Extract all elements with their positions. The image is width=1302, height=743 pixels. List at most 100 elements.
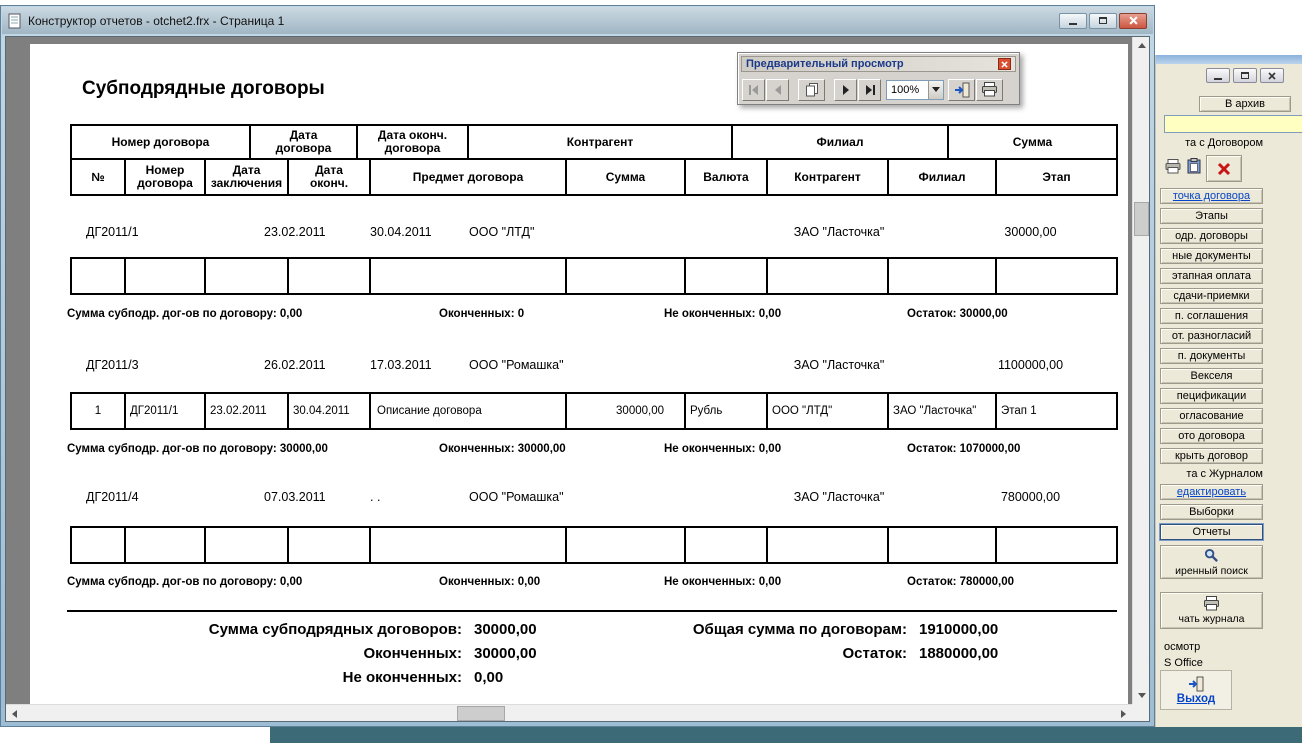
edit-button[interactable]: едактировать — [1160, 484, 1263, 500]
journal-restore-button[interactable] — [1233, 68, 1257, 83]
pages-button[interactable] — [798, 78, 825, 101]
vertical-scroll-thumb[interactable] — [1134, 202, 1149, 236]
header-cell: Контрагент — [469, 126, 733, 160]
group-summary-row: Сумма субподр. дог-ов по договору: 30000… — [30, 443, 1128, 459]
scroll-down-button[interactable] — [1133, 687, 1149, 704]
next-page-button[interactable] — [834, 78, 857, 101]
print-journal-button[interactable]: чать журнала — [1160, 592, 1263, 629]
summary-subcontract-sum: Сумма субподр. дог-ов по договору: 0,00 — [67, 308, 303, 320]
disagreement-protocols-button[interactable]: от. разногласий — [1160, 328, 1263, 344]
detail-cell — [567, 259, 686, 293]
specifications-button[interactable]: пецификации — [1160, 388, 1263, 404]
scroll-up-button[interactable] — [1133, 37, 1149, 54]
totals-divider — [67, 610, 1117, 612]
horizontal-scroll-thumb[interactable] — [457, 706, 505, 721]
preview-toolbar-titlebar[interactable]: Предварительный просмотр — [741, 56, 1016, 72]
journal-titlebar[interactable] — [1156, 55, 1302, 64]
detail-cell: 23.02.2011 — [206, 394, 289, 428]
contract-group-label: та с Договором — [1185, 137, 1263, 149]
printer-icon — [982, 82, 997, 97]
report-page: Субподрядные договоры Номер договора Дат… — [30, 44, 1128, 707]
ms-office-option-label: S Office — [1164, 657, 1203, 669]
journal-close-button[interactable] — [1260, 68, 1284, 83]
group-date: 07.03.2011 — [264, 490, 326, 504]
last-page-button[interactable] — [858, 78, 881, 101]
totals-row: Сумма субподрядных договоров: 30000,00 О… — [30, 621, 1128, 643]
additional-documents-button[interactable]: п. документы — [1160, 348, 1263, 364]
title-bar[interactable]: Конструктор отчетов - otchet2.frx - Стра… — [2, 7, 1153, 34]
exit-door-icon — [954, 82, 969, 97]
prev-page-button[interactable] — [766, 78, 789, 101]
group-contragent: ООО "Ромашка" — [469, 358, 564, 372]
subcontract-agreements-button[interactable]: одр. договоры — [1160, 228, 1263, 244]
total-label: Оконченных: — [363, 645, 462, 662]
detail-cell — [686, 259, 768, 293]
minimize-button[interactable] — [1059, 12, 1087, 29]
primary-documents-button[interactable]: ные документы — [1160, 248, 1263, 264]
detail-cell — [206, 528, 289, 562]
journal-window: В архив та с Договором точка договора Эт… — [1155, 55, 1302, 727]
search-icon — [1204, 548, 1218, 562]
preview-toolbar-close-button[interactable] — [998, 58, 1011, 70]
acceptance-acts-button[interactable]: сдачи-приемки — [1160, 288, 1263, 304]
scrollbar-corner — [1132, 704, 1149, 721]
summary-rest: Остаток: 1070000,00 — [907, 443, 1021, 455]
header-cell: Этап — [1042, 169, 1071, 184]
first-page-button[interactable] — [742, 78, 765, 101]
contract-number-field[interactable] — [1164, 115, 1302, 133]
approval-button[interactable]: огласование — [1160, 408, 1263, 424]
total-label: Общая сумма по договорам: — [692, 621, 907, 638]
archive-button[interactable]: В архив — [1199, 96, 1291, 112]
group-contract-number: ДГ2011/4 — [86, 490, 139, 504]
restore-button[interactable] — [1089, 12, 1117, 29]
group-contract-number: ДГ2011/3 — [86, 358, 139, 372]
detail-cell — [72, 528, 126, 562]
group-sum: 780000,00 — [1000, 490, 1061, 504]
detail-cell — [371, 259, 567, 293]
detail-cell: 30000,00 — [567, 394, 686, 428]
close-contract-button[interactable]: крыть договор — [1160, 448, 1263, 464]
scroll-right-button[interactable] — [1115, 705, 1132, 721]
group-filial: ЗАО "Ласточка" — [793, 358, 885, 372]
print-journal-label: чать журнала — [1178, 613, 1245, 625]
preview-toolbar: Предварительный просмотр 100% — [737, 52, 1020, 105]
detail-cell — [567, 528, 686, 562]
exit-button[interactable]: Выход — [1160, 670, 1232, 710]
exit-door-icon — [1189, 676, 1204, 691]
detail-cell: Рубль — [686, 394, 768, 428]
contract-photo-button[interactable]: ото договора — [1160, 428, 1263, 444]
close-button[interactable] — [1119, 12, 1147, 29]
detail-cell: Этап 1 — [1001, 405, 1037, 417]
detail-cell — [768, 528, 889, 562]
print-button[interactable] — [976, 78, 1003, 101]
total-value: 1880000,00 — [919, 645, 999, 662]
advanced-search-button[interactable]: иренный поиск — [1160, 545, 1263, 579]
delete-button[interactable] — [1206, 155, 1242, 182]
reports-button[interactable]: Отчеты — [1160, 524, 1263, 540]
summary-unfinished: Не оконченных: 0,00 — [664, 308, 782, 320]
close-preview-button[interactable] — [948, 78, 975, 101]
journal-minimize-button[interactable] — [1206, 68, 1230, 83]
zoom-dropdown-button[interactable] — [928, 80, 943, 99]
selections-button[interactable]: Выборки — [1160, 504, 1263, 520]
header-cell: Номер договора — [126, 160, 206, 194]
detail-cell: ДГ2011/1 — [126, 394, 206, 428]
vertical-scrollbar[interactable] — [1132, 37, 1149, 704]
horizontal-scrollbar[interactable] — [6, 704, 1132, 721]
additional-agreements-button[interactable]: п. соглашения — [1160, 308, 1263, 324]
header-cell: Дата заключения — [206, 160, 289, 194]
summary-rest: Остаток: 30000,00 — [907, 308, 1008, 320]
detail-cell: ООО "ЛТД" — [768, 394, 889, 428]
scroll-left-button[interactable] — [6, 705, 23, 721]
last-page-icon — [865, 84, 875, 95]
contract-card-button[interactable]: точка договора — [1160, 188, 1263, 204]
bills-button[interactable]: Векселя — [1160, 368, 1263, 384]
zoom-select[interactable]: 100% — [886, 79, 944, 100]
print-icon[interactable] — [1164, 157, 1182, 175]
clipboard-icon[interactable] — [1185, 157, 1203, 175]
stages-button[interactable]: Этапы — [1160, 208, 1263, 224]
stage-payment-button[interactable]: этапная оплата — [1160, 268, 1263, 284]
detail-cell — [686, 528, 768, 562]
desktop-background — [270, 727, 1302, 743]
detail-cell — [72, 259, 126, 293]
